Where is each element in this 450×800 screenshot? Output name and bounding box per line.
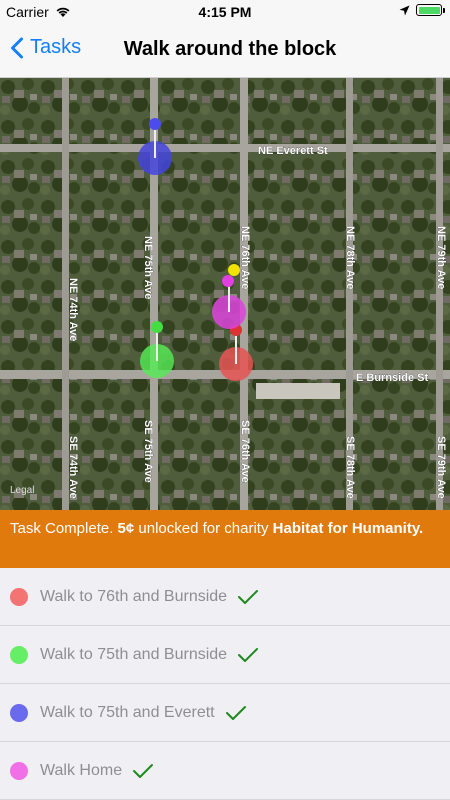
street-label-ne-75th: NE 75th Ave — [142, 236, 154, 299]
battery-icon — [416, 4, 445, 16]
banner-charity: Habitat for Humanity. — [272, 520, 424, 537]
status-bar: Carrier 4:15 PM — [0, 0, 450, 22]
task-color-dot — [10, 645, 28, 664]
street-label-se-74th: SE 74th Ave — [67, 436, 79, 499]
checkmark-icon — [238, 647, 259, 662]
task-color-dot — [10, 703, 28, 722]
back-button-label: Tasks — [30, 36, 82, 58]
street-label-se-76th: SE 76th Ave — [239, 420, 251, 483]
street-label-se-79th: SE 79th Ave — [435, 436, 447, 499]
back-button[interactable]: Tasks — [10, 36, 81, 59]
task-row[interactable]: Walk to 75th and Everett — [0, 684, 450, 742]
location-arrow-icon — [399, 5, 410, 15]
street-label-ne-74th: NE 74th Ave — [67, 278, 79, 341]
street-label-se-78th: SE 78th Ave — [344, 436, 356, 499]
street-label-ne-76th: NE 76th Ave — [239, 226, 251, 289]
task-label: Walk Home — [40, 761, 123, 779]
checkmark-icon — [225, 705, 246, 720]
street-label-ne-everett: NE Everett St — [258, 145, 328, 157]
banner-middle: unlocked for charity — [138, 520, 269, 537]
task-row[interactable]: Walk to 75th and Burnside — [0, 626, 450, 684]
street-label-se-75th: SE 75th Ave — [142, 420, 154, 483]
banner-prefix: Task Complete. — [10, 520, 114, 537]
task-row[interactable]: Walk Home — [0, 742, 450, 800]
map-legal-link[interactable]: Legal — [10, 485, 34, 496]
task-list: Walk to 76th and Burnside Walk to 75th an… — [0, 568, 450, 800]
task-label: Walk to 75th and Burnside — [40, 645, 228, 663]
navigation-bar: Tasks Walk around the block — [0, 22, 450, 78]
task-color-dot — [10, 587, 28, 606]
map-view[interactable]: NE Everett St E Burnside St NE 74th Ave … — [0, 78, 450, 510]
task-complete-banner: Task Complete. 5¢ unlocked for charity H… — [0, 510, 450, 568]
satellite-map: NE Everett St E Burnside St NE 74th Ave … — [0, 78, 450, 510]
checkmark-icon — [238, 589, 259, 604]
task-row[interactable]: Walk to 76th and Burnside — [0, 568, 450, 626]
banner-amount: 5¢ — [117, 520, 135, 537]
street-label-ne-79th: NE 79th Ave — [435, 226, 447, 289]
chevron-left-icon — [11, 37, 23, 58]
street-label-ne-78th: NE 78th Ave — [344, 226, 356, 289]
task-color-dot — [10, 761, 28, 780]
task-label: Walk to 76th and Burnside — [40, 587, 228, 605]
clock: 4:15 PM — [198, 4, 252, 20]
street-label-e-burnside: E Burnside St — [356, 372, 428, 384]
task-label: Walk to 75th and Everett — [40, 703, 215, 721]
checkmark-icon — [133, 763, 154, 778]
